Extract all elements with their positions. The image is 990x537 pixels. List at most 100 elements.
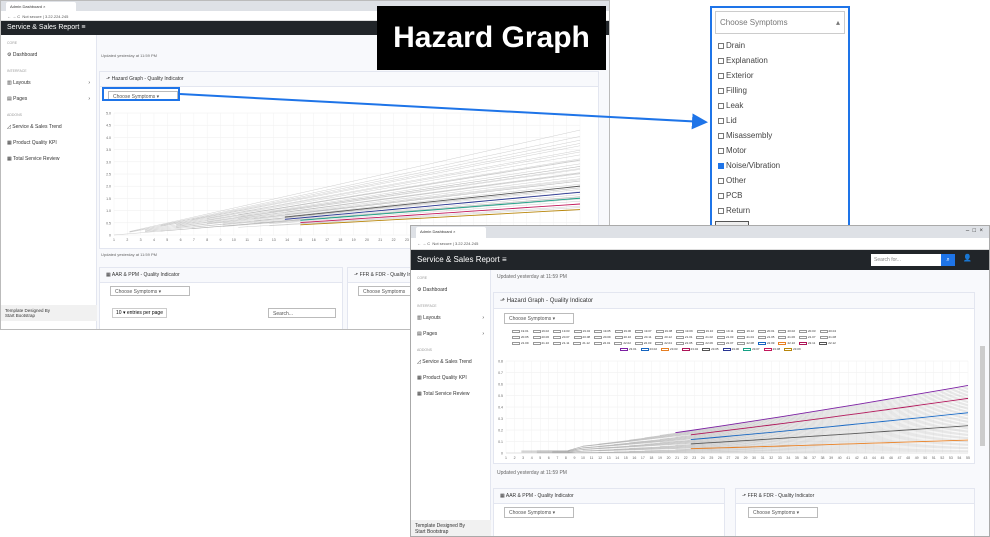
checkbox-icon[interactable] (718, 192, 724, 199)
symptom-option[interactable]: PCB (712, 188, 848, 203)
dropdown-header[interactable]: Choose Symptoms ▴ (715, 11, 845, 34)
symptom-option[interactable]: Lid (712, 113, 848, 128)
symptom-option[interactable]: Filling (712, 83, 848, 98)
legend-swatch[interactable] (640, 347, 649, 351)
scrollbar[interactable] (980, 346, 985, 446)
legend-swatch[interactable] (681, 347, 690, 351)
legend-swatch[interactable] (778, 335, 787, 339)
legend-swatch[interactable] (757, 341, 766, 345)
legend-swatch[interactable] (634, 341, 643, 345)
symptom-option[interactable]: Explanation (712, 53, 848, 68)
legend-swatch[interactable] (573, 335, 582, 339)
legend-swatch[interactable] (614, 341, 623, 345)
legend-swatch[interactable] (620, 347, 628, 351)
user-icon[interactable]: 👤 (963, 254, 972, 262)
checkbox-icon[interactable] (718, 102, 724, 109)
checkbox-icon[interactable] (718, 162, 724, 169)
legend-swatch[interactable] (696, 335, 705, 339)
checkbox-icon[interactable] (718, 207, 724, 214)
legend-swatch[interactable] (661, 347, 670, 351)
sidebar-item-layouts[interactable]: ▥ Layouts › (411, 310, 490, 326)
symptom-select-ffr[interactable]: Choose Symptoms ▾ (748, 507, 818, 518)
symptom-option[interactable]: Drain (712, 38, 848, 53)
legend-swatch[interactable] (819, 335, 828, 339)
symptom-option[interactable]: Noise/Vibration (712, 158, 848, 173)
legend-swatch[interactable] (716, 341, 725, 345)
legend-swatch[interactable] (722, 347, 731, 351)
browser-tab[interactable]: Admin Dashboard × (416, 227, 486, 238)
symptom-option[interactable]: Other (712, 173, 848, 188)
legend-swatch[interactable] (655, 335, 664, 339)
legend-swatch[interactable] (696, 329, 705, 333)
legend-swatch[interactable] (532, 335, 541, 339)
symptom-option[interactable]: Motor (712, 143, 848, 158)
menu-toggle-icon[interactable]: ≡ (502, 255, 507, 264)
checkbox-icon[interactable] (718, 117, 724, 124)
sidebar-item-trend[interactable]: ◿ Service & Sales Trend (411, 354, 490, 370)
legend-swatch[interactable] (778, 341, 787, 345)
navbar-search-input[interactable]: Search for... (871, 254, 941, 266)
sidebar-item-kpi[interactable]: ▦ Product Quality KPI (411, 370, 490, 386)
symptom-option[interactable]: Exterior (712, 68, 848, 83)
legend-swatch[interactable] (655, 341, 664, 345)
legend-swatch[interactable] (532, 329, 541, 333)
checkbox-icon[interactable] (718, 72, 724, 79)
legend-swatch[interactable] (532, 341, 541, 345)
legend-swatch[interactable] (784, 347, 793, 351)
legend-swatch[interactable] (676, 329, 685, 333)
symptom-select[interactable]: Choose Symptoms ▾ (504, 313, 574, 324)
legend-swatch[interactable] (743, 347, 752, 351)
legend-swatch[interactable] (799, 341, 807, 345)
symptom-select-aar[interactable]: Choose Symptoms ▾ (504, 507, 574, 518)
legend-swatch[interactable] (675, 335, 684, 339)
legend-swatch[interactable] (635, 329, 644, 333)
legend-swatch[interactable] (573, 329, 582, 333)
legend-swatch[interactable] (716, 335, 725, 339)
symptom-option[interactable]: Return (712, 203, 848, 218)
legend-swatch[interactable] (799, 335, 807, 339)
checkbox-icon[interactable] (718, 132, 724, 139)
sidebar-item-dashboard[interactable]: ⚙ Dashboard (411, 282, 490, 298)
window-controls[interactable]: – □ × (966, 228, 983, 234)
legend-swatch[interactable] (573, 341, 582, 345)
checkbox-icon[interactable] (718, 42, 724, 49)
legend-swatch[interactable] (614, 335, 623, 339)
legend-swatch[interactable] (594, 329, 603, 333)
address-bar[interactable]: ← → C Not secure | 3.22.224.245 (411, 238, 989, 250)
symptom-option[interactable]: Leak (712, 98, 848, 113)
legend-swatch[interactable] (737, 329, 746, 333)
legend-swatch[interactable] (553, 341, 562, 345)
search-icon[interactable]: ⌕ (941, 254, 955, 266)
legend-swatch[interactable] (655, 329, 664, 333)
legend-swatch[interactable] (702, 347, 711, 351)
checkbox-icon[interactable] (718, 177, 724, 184)
legend-swatch[interactable] (799, 329, 807, 333)
legend-swatch[interactable] (594, 335, 603, 339)
legend-swatch[interactable] (819, 341, 828, 345)
legend-swatch[interactable] (696, 341, 705, 345)
sidebar-item-review[interactable]: ▦ Total Service Review (411, 386, 490, 402)
legend-swatch[interactable] (512, 335, 520, 339)
legend-swatch[interactable] (675, 341, 684, 345)
legend-swatch[interactable] (757, 335, 766, 339)
legend-swatch[interactable] (717, 329, 726, 333)
legend-swatch[interactable] (614, 329, 623, 333)
legend-swatch[interactable] (553, 335, 562, 339)
checkbox-icon[interactable] (718, 87, 724, 94)
legend-swatch[interactable] (635, 335, 644, 339)
checkbox-icon[interactable] (718, 57, 724, 64)
legend-swatch[interactable] (819, 329, 828, 333)
legend-swatch[interactable] (593, 341, 602, 345)
legend-swatch[interactable] (757, 329, 766, 333)
legend-swatch[interactable] (763, 347, 772, 351)
legend-swatch[interactable] (512, 341, 520, 345)
symptom-option[interactable]: Misassembly (712, 128, 848, 143)
brand-title[interactable]: Service & Sales Report (417, 255, 500, 264)
legend-swatch[interactable] (512, 329, 520, 333)
checkbox-icon[interactable] (718, 147, 724, 154)
legend-swatch[interactable] (553, 329, 562, 333)
legend-swatch[interactable] (778, 329, 787, 333)
sidebar-item-pages[interactable]: ▤ Pages › (411, 326, 490, 342)
legend-swatch[interactable] (737, 341, 746, 345)
legend-swatch[interactable] (737, 335, 746, 339)
